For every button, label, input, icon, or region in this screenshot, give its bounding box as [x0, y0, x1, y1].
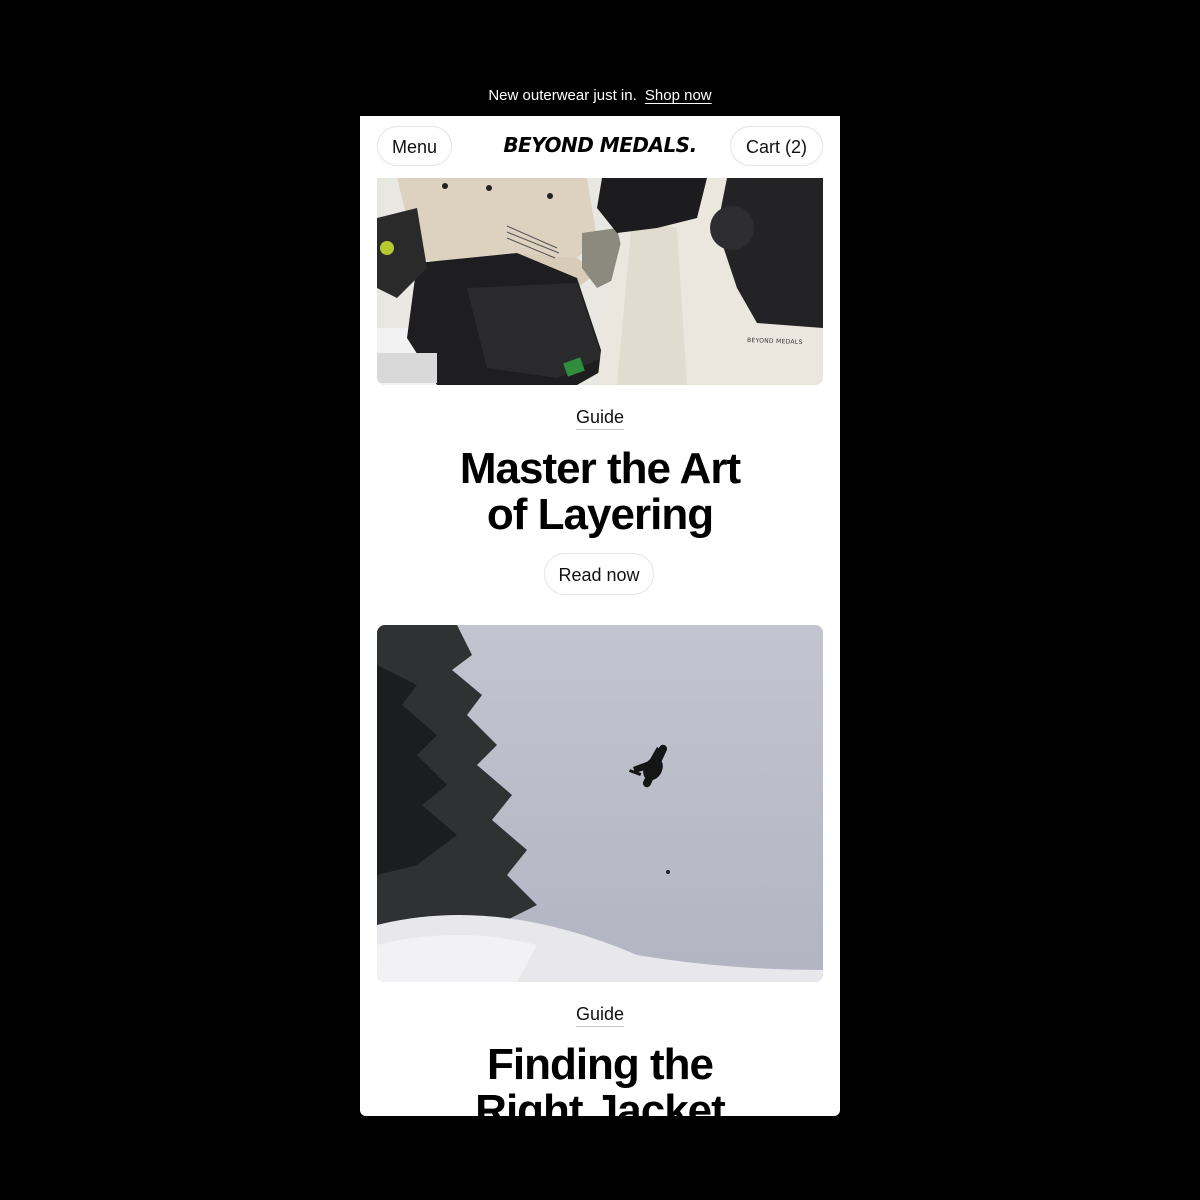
announcement-text: New outerwear just in. — [488, 87, 637, 104]
article-category-2[interactable]: Guide — [360, 1004, 840, 1027]
shop-now-link[interactable]: Shop now — [645, 87, 712, 104]
announcement-bar: New outerwear just in. Shop now — [0, 86, 1200, 106]
article-image-layering[interactable]: BEYOND MEDALS — [377, 178, 823, 385]
cart-button[interactable]: Cart (2) — [730, 126, 823, 166]
site-header: Menu BEYOND MEDALS. Cart (2) — [360, 116, 840, 178]
layering-photo — [377, 178, 823, 385]
article-title-2[interactable]: Finding the Right Jacket — [400, 1042, 800, 1117]
article-title[interactable]: Master the Art of Layering — [400, 446, 800, 538]
article-category[interactable]: Guide — [360, 407, 840, 430]
mobile-page: Menu BEYOND MEDALS. Cart (2) BEYOND MEDA… — [360, 116, 840, 1116]
article-image-jacket[interactable] — [377, 625, 823, 982]
read-now-button[interactable]: Read now — [544, 553, 654, 595]
snowboard-photo — [377, 625, 823, 982]
